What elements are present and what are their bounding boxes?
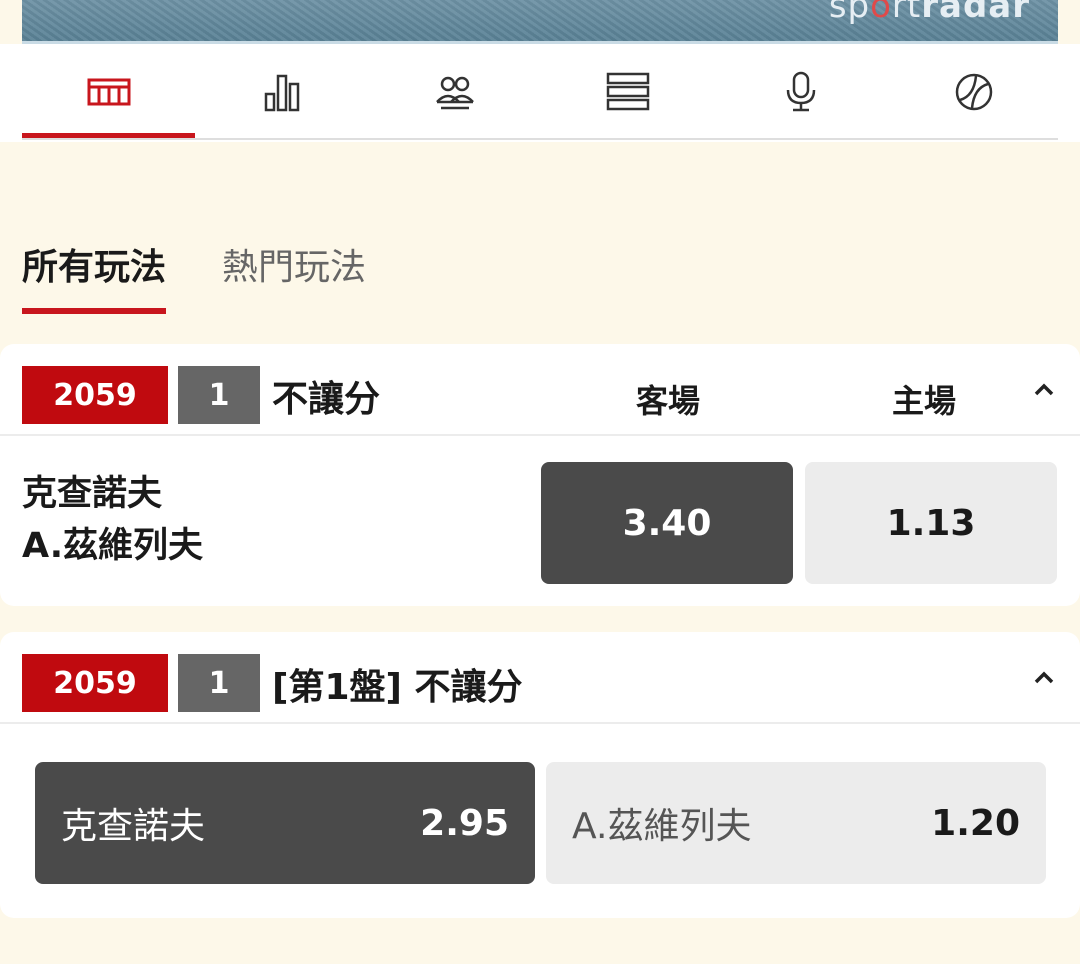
odds-home-button[interactable]: 1.13 [805,462,1057,584]
odds-away-button[interactable]: 3.40 [541,462,793,584]
commentary-mic-icon [786,71,815,112]
nav-lineups-tab[interactable] [368,44,541,140]
stats-icon [264,74,299,112]
chevron-up-icon[interactable] [1032,378,1056,402]
odds-selection-2-button[interactable]: A.茲維列夫 1.20 [546,762,1046,884]
nav-commentary-tab[interactable] [714,44,887,140]
nav-tennis-tab[interactable] [887,44,1060,140]
lineups-icon [435,76,474,110]
market-card-set1-moneyline: 2059 1 [第1盤] 不讓分 克查諾夫 2.95 A.茲維列夫 1.20 [0,632,1080,918]
selection-1-odds: 2.95 [420,802,509,844]
market-type-tabs: 所有玩法 熱門玩法 [22,238,422,328]
market-header[interactable]: 2059 1 不讓分 客場 主場 [0,344,1080,436]
nav-divider [22,138,1058,140]
away-column-header: 客場 [636,382,701,420]
match-banner: sportradar [22,0,1058,44]
selection-2-name: A.茲維列夫 [572,806,752,847]
market-num-badge: 1 [178,654,260,712]
match-nav-bar [0,44,1080,142]
page: sportradar 所有玩法 熱門玩法 2059 1 不讓分 客場 主場 克查… [0,0,1080,964]
team-names: 克查諾夫 A.茲維列夫 [22,468,203,572]
selection-2-odds: 1.20 [931,802,1020,844]
market-num-badge: 1 [178,366,260,424]
home-column-header: 主場 [892,382,957,420]
nav-list-tab[interactable] [541,44,714,140]
market-title: 不讓分 [272,379,381,420]
selection-1-name: 克查諾夫 [61,806,206,847]
tab-all-markets[interactable]: 所有玩法 [22,238,167,318]
odds-selection-1-button[interactable]: 克查諾夫 2.95 [35,762,535,884]
team-away-name: 克查諾夫 [22,474,163,514]
nav-court-tab[interactable] [22,44,195,140]
team-home-name: A.茲維列夫 [22,526,204,566]
tab-popular-markets[interactable]: 熱門玩法 [222,238,366,318]
court-icon [87,78,130,106]
sportradar-logo: sportradar [828,0,1030,26]
market-code-badge: 2059 [22,366,168,424]
nav-stats-tab[interactable] [195,44,368,140]
chevron-up-icon[interactable] [1032,666,1056,690]
market-code-badge: 2059 [22,654,168,712]
market-header[interactable]: 2059 1 [第1盤] 不讓分 [0,632,1080,724]
list-icon [606,72,649,111]
tennis-ball-icon [955,73,992,111]
market-card-moneyline: 2059 1 不讓分 客場 主場 克查諾夫 A.茲維列夫 3.40 1.13 [0,344,1080,606]
market-title: [第1盤] 不讓分 [272,667,523,708]
